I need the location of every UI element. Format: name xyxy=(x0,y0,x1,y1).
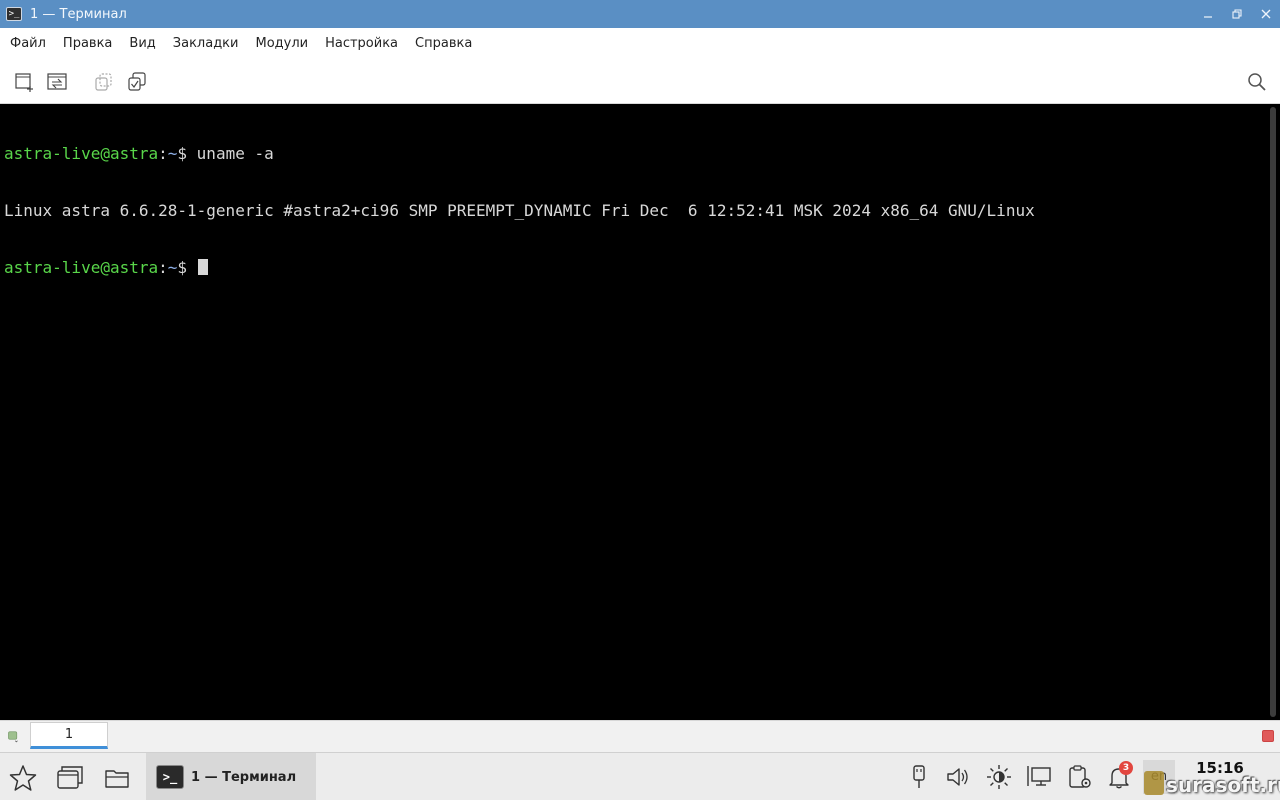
folder-icon xyxy=(105,770,129,788)
menu-plugins[interactable]: Модули xyxy=(247,28,316,60)
terminal-scrollbar[interactable] xyxy=(1266,105,1280,720)
prompt-dollar: $ xyxy=(177,258,197,277)
search-icon xyxy=(1248,73,1266,91)
network-icon xyxy=(1027,766,1051,786)
windows-overview-icon xyxy=(57,766,83,789)
volume-icon xyxy=(947,768,968,786)
tray-network[interactable] xyxy=(1024,761,1054,793)
menu-edit[interactable]: Правка xyxy=(55,28,120,60)
file-manager-button[interactable] xyxy=(102,763,132,793)
start-menu-button[interactable] xyxy=(8,763,38,793)
watermark-logo xyxy=(1144,771,1164,795)
terminal-glyph: >_ xyxy=(8,8,20,19)
tray-volume[interactable] xyxy=(943,761,973,793)
menu-bar: Файл Правка Вид Закладки Модули Настройк… xyxy=(0,28,1280,60)
terminal-glyph: >_ xyxy=(162,770,178,784)
window-title: 1 — Терминал xyxy=(30,6,127,22)
tab-1[interactable]: 1 xyxy=(30,722,108,749)
prompt-user-host: astra-live@astra xyxy=(4,258,159,277)
terminal-line: astra-live@astra:~$ xyxy=(4,258,1266,277)
notification-badge: 3 xyxy=(1119,761,1133,775)
copy-button[interactable] xyxy=(89,68,117,96)
new-tab-icon xyxy=(15,73,33,92)
prompt-separator: : xyxy=(158,144,168,163)
maximize-button[interactable] xyxy=(1222,0,1251,28)
split-view-icon xyxy=(47,73,67,90)
taskbar-task-terminal[interactable]: >_ 1 — Терминал xyxy=(146,753,316,800)
toolbar xyxy=(0,60,1280,104)
restore-icon xyxy=(1231,9,1242,19)
prompt-user-host: astra-live@astra xyxy=(4,144,159,163)
close-button[interactable] xyxy=(1251,0,1280,28)
brightness-icon xyxy=(987,765,1011,789)
watermark-text: surasoft.ru xyxy=(1166,773,1280,797)
prompt-path: ~ xyxy=(167,144,178,163)
tray-notifications[interactable]: 3 xyxy=(1104,761,1134,793)
prompt-separator: : xyxy=(158,258,168,277)
close-icon xyxy=(1261,9,1270,19)
text-cursor xyxy=(197,259,208,275)
menu-bookmarks[interactable]: Закладки xyxy=(165,28,247,60)
tray-brightness[interactable] xyxy=(984,761,1014,793)
scrollbar-thumb[interactable] xyxy=(1270,107,1276,717)
copy-icon xyxy=(95,73,112,91)
tray-clipboard[interactable] xyxy=(1065,761,1095,793)
tab-bar: 1 xyxy=(0,720,1280,752)
menu-file[interactable]: Файл xyxy=(2,28,54,60)
window-titlebar[interactable]: >_ 1 — Терминал xyxy=(0,0,1280,28)
paste-icon xyxy=(128,72,146,91)
clipboard-settings-icon xyxy=(1069,765,1091,788)
new-tab-menu-icon[interactable] xyxy=(6,731,20,743)
search-button[interactable] xyxy=(1243,68,1271,96)
prompt-dollar: $ xyxy=(177,144,197,163)
paste-button[interactable] xyxy=(123,68,151,96)
terminal-line: astra-live@astra:~$ uname -a xyxy=(4,144,1266,163)
taskbar: >_ 1 — Терминал 3 en 15:16 surasoft.ru xyxy=(0,752,1280,800)
new-tab-button[interactable] xyxy=(10,68,38,96)
split-view-button[interactable] xyxy=(43,68,71,96)
minimize-button[interactable] xyxy=(1193,0,1222,28)
tray-usb[interactable] xyxy=(904,761,934,793)
desktops-button[interactable] xyxy=(55,763,85,793)
terminal-app-icon: >_ xyxy=(6,7,22,21)
menu-settings[interactable]: Настройка xyxy=(317,28,406,60)
terminal-view[interactable]: astra-live@astra:~$ uname -a Linux astra… xyxy=(0,105,1266,720)
star-icon xyxy=(9,765,37,791)
command-text: uname -a xyxy=(196,144,274,163)
window-controls xyxy=(1193,0,1280,28)
terminal-app-icon: >_ xyxy=(156,765,184,789)
terminal-output-line: Linux astra 6.6.28-1-generic #astra2+ci9… xyxy=(4,201,1035,220)
usb-device-icon xyxy=(913,765,925,788)
prompt-path: ~ xyxy=(167,258,178,277)
close-tab-icon[interactable] xyxy=(1262,730,1274,742)
menu-help[interactable]: Справка xyxy=(407,28,480,60)
menu-view[interactable]: Вид xyxy=(121,28,163,60)
minimize-icon xyxy=(1203,16,1212,18)
task-label: 1 — Терминал xyxy=(191,769,297,785)
